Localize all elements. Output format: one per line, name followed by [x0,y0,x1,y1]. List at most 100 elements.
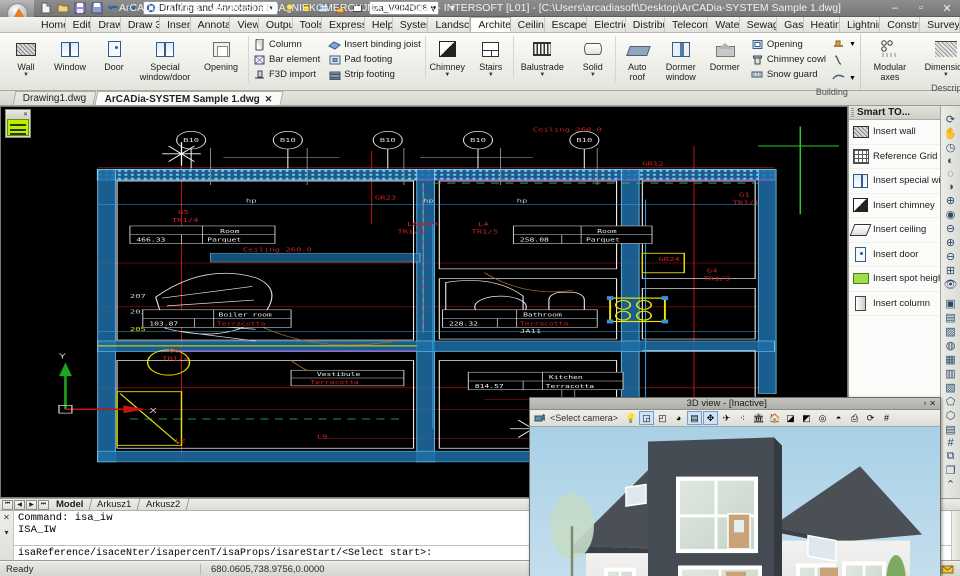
add-camera-icon[interactable] [532,411,547,425]
chimney-cowl-button[interactable]: Chimney cowl [749,52,828,67]
ribbon-tab-home[interactable]: Home [34,17,66,32]
sections-icon[interactable]: ▤ [687,411,702,425]
ribbon-tab-gas[interactable]: Gas [777,17,803,32]
ribbon-tab-construc[interactable]: Construc [880,17,920,32]
column-button[interactable]: Column [251,37,322,52]
gutter-row[interactable] [832,54,856,69]
save-as-icon[interactable] [89,1,104,16]
ribbon-tab-telecomm[interactable]: Telecomm [665,17,708,32]
layout-tab-arkusz1[interactable]: Arkusz1 [90,499,141,510]
insert-ceiling-item[interactable]: Insert ceiling [849,218,940,243]
view-perspective-icon[interactable]: ◰ [655,411,670,425]
ribbon-tab-view[interactable]: View [230,17,258,32]
next-tab-button[interactable]: ▶ [26,500,37,510]
insert-special-window-item[interactable]: Insert special win... [849,169,940,194]
storey-down-icon[interactable]: 🏠 [767,411,782,425]
toolbar-scroll-down-button[interactable]: ⌄ [942,492,960,498]
wall-dropdown-arrow[interactable]: ▼ [23,72,29,78]
clip-icon[interactable]: ▨ [942,325,960,338]
toolbar-scroll-up-button[interactable]: ⌃ [942,478,960,491]
undo-icon[interactable] [106,1,121,16]
walkthrough-icon[interactable]: ✈ [719,411,734,425]
zoom-out-icon[interactable]: ⊖ [942,250,960,263]
3d-view-window[interactable]: 3D view - [Inactive] ▫ ✕ <Select camera>… [529,397,941,576]
camera-icon[interactable]: ⬠ [942,395,960,408]
balustrade-dropdown-arrow[interactable]: ▼ [539,72,545,78]
panel-grip-icon[interactable] [851,108,854,117]
zoom-previous-icon[interactable]: ◐ [942,155,960,167]
auto-roof-button[interactable]: Auto roof [615,36,659,82]
drawing-canvas-container[interactable]: B10 B10 B10 B10 B10 Ceiling 260.0 Ceilin… [0,106,848,498]
visual-styles-icon[interactable]: 👁 [942,278,960,291]
ribbon-tab-draw[interactable]: Draw [91,17,121,32]
insert-spot-height-item[interactable]: Insert spot height [849,267,940,292]
ribbon-tab-escape-rc[interactable]: Escape rc [545,17,588,32]
ribbon-tab-surveyor[interactable]: Surveyor [920,17,960,32]
zoom-window-icon[interactable]: ◌ [942,168,960,180]
document-tab[interactable]: ArCADia-SYSTEM Sample 1.dwg✕ [95,91,284,105]
named-views-icon[interactable]: ▤ [942,311,960,324]
mini-palette-menu-button[interactable] [7,119,29,136]
ribbon-tab-ceiling[interactable]: Ceiling [511,17,545,32]
zoom-center-icon[interactable]: ◉ [942,208,960,221]
roof-window-row[interactable]: ▼ [832,37,856,52]
lock-icon[interactable] [333,1,348,16]
modular-axes-button[interactable]: Modular axes [863,36,917,82]
solid-button[interactable]: Solid ▼ [571,36,615,78]
wall-button[interactable]: Wall ▼ [4,36,48,78]
ribbon-tab-output[interactable]: Output [259,17,293,32]
3d-view-restore-button[interactable]: ▫ [923,399,926,408]
sun-icon[interactable] [299,1,314,16]
insert-chimney-item[interactable]: Insert chimney [849,194,940,219]
dimension-button[interactable]: Dimension ▼ [917,36,960,78]
workspace-dropdown-arrow[interactable]: ▾ [267,4,276,12]
material-icon[interactable]: ◓ [831,411,846,425]
storey-up-icon[interactable]: 🏛 [751,411,766,425]
layer-dropdown-arrow[interactable]: ▾ [431,2,437,15]
new-view-icon[interactable]: ▣ [942,297,960,310]
sun-position-icon[interactable]: ◎ [815,411,830,425]
ribbon-tab-landscap[interactable]: Landscap [428,17,470,32]
minimize-button[interactable]: – [882,0,908,17]
snow-guard-button[interactable]: Snow guard [749,67,828,82]
ribbon-tab-heating[interactable]: Heating [804,17,840,32]
dormer-button[interactable]: Dormer [703,36,747,72]
colors-icon[interactable]: ◕ [671,411,686,425]
layout-icon[interactable]: ▥ [942,367,960,380]
rotate-view-icon[interactable]: ⟳ [863,411,878,425]
floating-mini-palette[interactable]: ✕ [5,109,31,138]
roof-window-arrow[interactable]: ▼ [849,41,856,48]
dormer-window-button[interactable]: Dormer window [659,36,703,82]
zoom-object-icon[interactable]: ⊖ [942,222,960,235]
ribbon-tab-architect[interactable]: Architect [470,17,510,32]
export-3d-icon[interactable]: ⎙ [847,411,862,425]
stairs-dropdown-arrow[interactable]: ▼ [488,72,494,78]
last-tab-button[interactable]: ⏭ [38,500,49,510]
path-icon[interactable]: ⁖ [735,411,750,425]
balustrade-button[interactable]: Balustrade ▼ [513,36,571,78]
document-tab[interactable]: Drawing1.dwg [13,91,97,105]
opening-button[interactable]: Opening [194,36,248,72]
pan-hand-icon[interactable]: ✋ [942,127,960,140]
ribbon-tab-water[interactable]: Water [708,17,739,32]
redo-icon[interactable] [123,1,138,16]
render-icon[interactable]: ▦ [942,353,960,366]
insert-column-item[interactable]: Insert column [849,292,940,317]
solid-dropdown-arrow[interactable]: ▼ [590,72,596,78]
layout-tab-model[interactable]: Model [49,499,93,510]
ribbon-tab-tools[interactable]: Tools [293,17,323,32]
save-icon[interactable] [72,1,87,16]
ribbon-tab-help[interactable]: Help [365,17,393,32]
render-quality-icon[interactable]: ◪ [783,411,798,425]
command-line-close-icon[interactable]: ✕ [3,513,10,522]
command-line-scrollbar[interactable] [951,511,960,560]
ribbon-tab-edit[interactable]: Edit [66,17,92,32]
layers-icon[interactable]: ▤ [942,423,960,436]
paste-view-icon[interactable]: ❐ [942,464,960,477]
mail-icon[interactable] [940,563,954,576]
copy-view-icon[interactable]: ⧉ [942,450,960,463]
orbit-icon[interactable]: ◍ [942,339,960,352]
insert-binding-joist-button[interactable]: Insert binding joist [326,37,423,52]
window-button[interactable]: Window [48,36,92,72]
first-tab-button[interactable]: ⏮ [2,500,13,510]
